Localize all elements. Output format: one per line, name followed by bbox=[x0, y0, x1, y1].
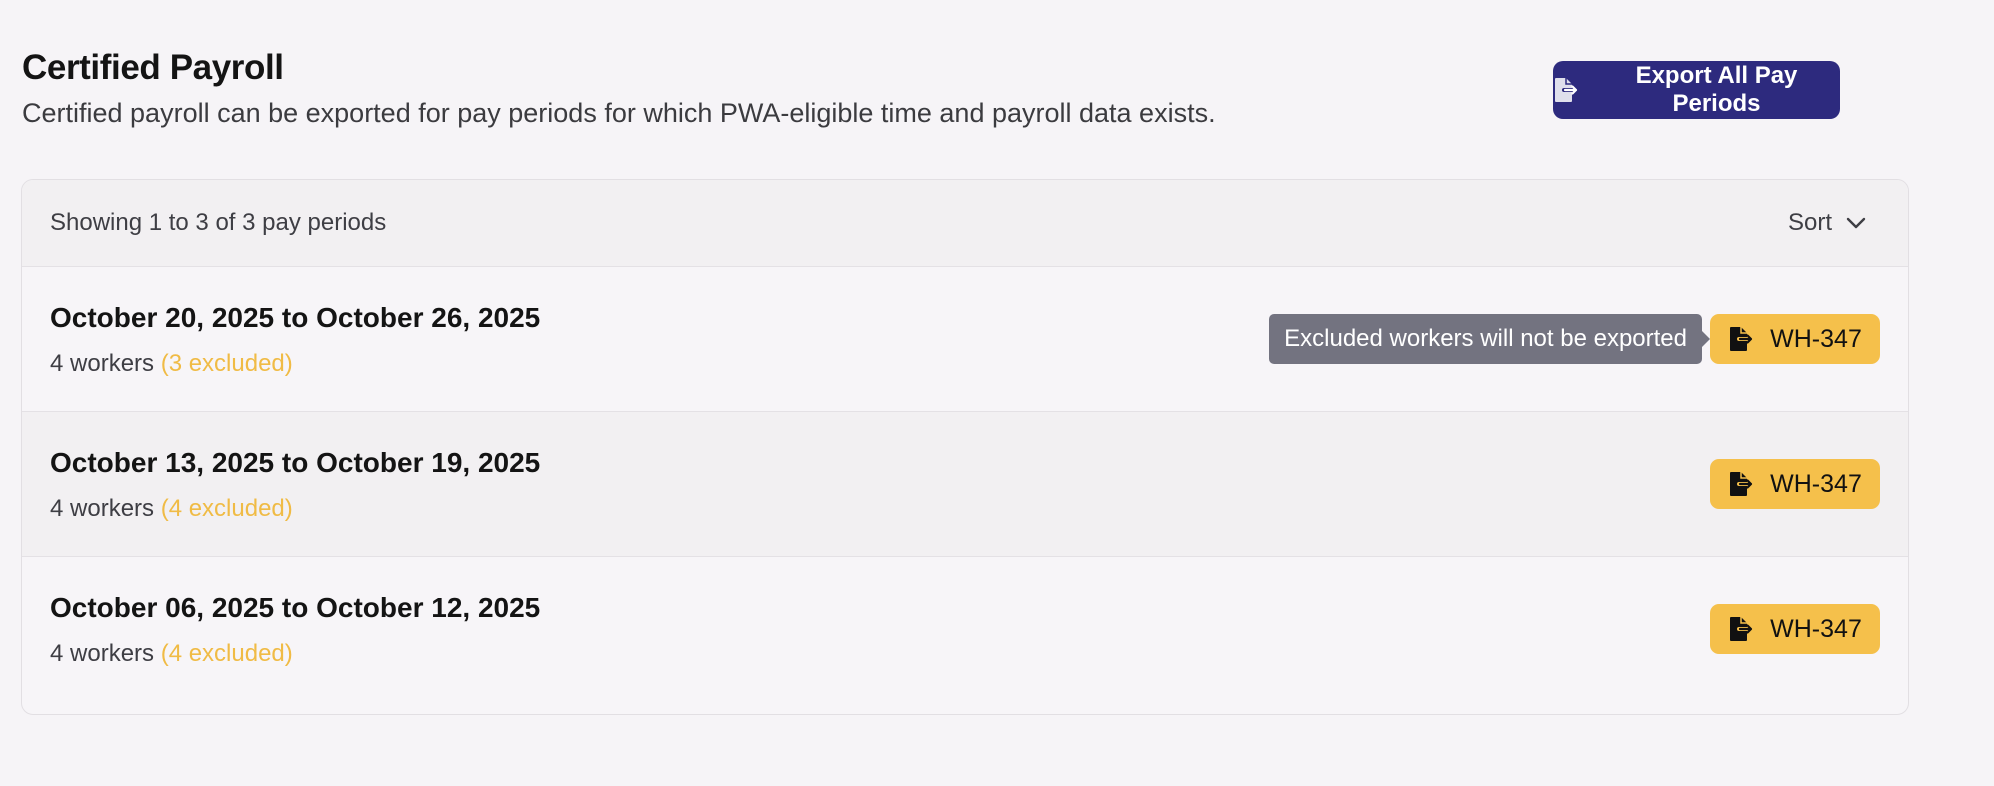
wh-347-label: WH-347 bbox=[1770, 469, 1862, 498]
file-export-icon bbox=[1728, 470, 1754, 498]
sort-label: Sort bbox=[1787, 209, 1832, 236]
chevron-down-icon bbox=[1846, 217, 1866, 229]
worker-count: 4 workers (3 excluded) bbox=[50, 349, 293, 379]
workers-text: 4 workers bbox=[50, 350, 155, 377]
file-export-icon bbox=[1728, 325, 1754, 353]
pay-period-row: October 20, 2025 to October 26, 2025 4 w… bbox=[22, 267, 1908, 412]
excluded-workers-tooltip: Excluded workers will not be exported bbox=[1269, 314, 1710, 364]
page-subtitle: Certified payroll can be exported for pa… bbox=[22, 98, 1216, 128]
page-title: Certified Payroll bbox=[22, 48, 284, 87]
pay-period-range: October 20, 2025 to October 26, 2025 bbox=[50, 302, 541, 333]
list-header: Showing 1 to 3 of 3 pay periods Sort bbox=[22, 180, 1908, 267]
pay-period-row: October 13, 2025 to October 19, 2025 4 w… bbox=[22, 412, 1908, 557]
wh-347-label: WH-347 bbox=[1770, 324, 1862, 353]
wh-347-export-button[interactable]: WH-347 bbox=[1710, 314, 1880, 364]
wh-347-export-button[interactable]: WH-347 bbox=[1710, 604, 1880, 654]
excluded-count: (4 excluded) bbox=[160, 640, 293, 667]
results-count: Showing 1 to 3 of 3 pay periods bbox=[50, 209, 387, 236]
pay-period-range: October 06, 2025 to October 12, 2025 bbox=[50, 592, 541, 623]
workers-text: 4 workers bbox=[50, 495, 155, 522]
pay-periods-list: Showing 1 to 3 of 3 pay periods Sort Oct… bbox=[21, 179, 1909, 715]
file-export-icon bbox=[1728, 615, 1754, 643]
wh-347-label: WH-347 bbox=[1770, 614, 1862, 643]
sort-dropdown[interactable]: Sort bbox=[1788, 209, 1866, 237]
excluded-count: (4 excluded) bbox=[160, 495, 293, 522]
wh-347-export-button[interactable]: WH-347 bbox=[1710, 459, 1880, 509]
excluded-count: (3 excluded) bbox=[160, 350, 293, 377]
worker-count: 4 workers (4 excluded) bbox=[50, 494, 293, 524]
pay-period-row: October 06, 2025 to October 12, 2025 4 w… bbox=[22, 557, 1908, 702]
export-all-pay-periods-button[interactable]: Export All Pay Periods bbox=[1553, 61, 1840, 119]
certified-payroll-page: Certified Payroll Certified payroll can … bbox=[0, 0, 1994, 786]
workers-text: 4 workers bbox=[50, 640, 155, 667]
page-header: Certified Payroll Certified payroll can … bbox=[22, 46, 1910, 136]
file-export-icon bbox=[1553, 76, 1579, 104]
export-all-label: Export All Pay Periods bbox=[1635, 62, 1798, 117]
worker-count: 4 workers (4 excluded) bbox=[50, 639, 293, 669]
pay-period-range: October 13, 2025 to October 19, 2025 bbox=[50, 447, 541, 478]
